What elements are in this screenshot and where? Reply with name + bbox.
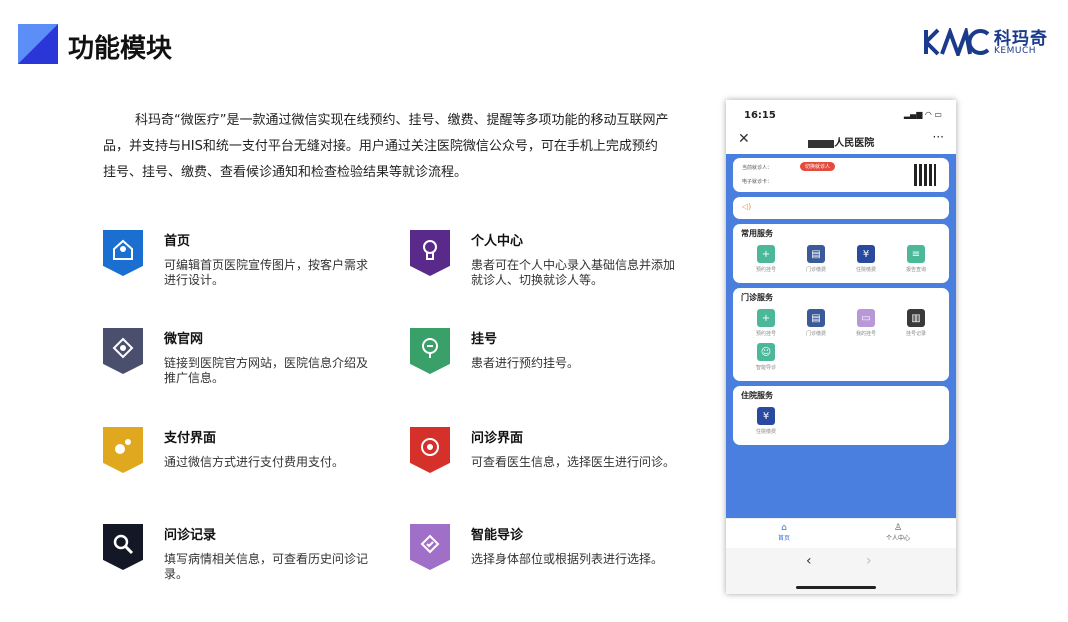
- feature-title: 问诊界面: [471, 431, 524, 446]
- switch-patient-button[interactable]: 切换就诊人: [800, 162, 836, 171]
- phone-mockup: 16:15 ▂▄▆ ◠ ▭ ✕ ■■■■人民医院 ··· 当前就诊人： 切换就诊…: [726, 100, 956, 594]
- company-logo: 科玛奇 KEMUCH: [924, 26, 1048, 60]
- report-icon: ≡: [907, 245, 925, 263]
- feature-title: 智能导诊: [471, 528, 524, 543]
- bill-icon: ▤: [807, 245, 825, 263]
- feature-description: 链接到医院官方网站，医院信息介绍及推广信息。: [164, 356, 369, 385]
- feature-item: 个人中心患者可在个人中心录入基础信息并添加就诊人、切换就诊人等。: [410, 230, 710, 300]
- service-label: 住院缴费: [755, 429, 776, 435]
- feature-description: 填写病情相关信息，可查看历史问诊记录。: [164, 552, 369, 581]
- back-icon[interactable]: ‹: [806, 553, 812, 569]
- website-icon: [103, 328, 143, 374]
- service-item[interactable]: ¥ 住院缴费: [741, 407, 791, 435]
- home-icon: [103, 230, 143, 276]
- yuan-bag-icon: ¥: [857, 245, 875, 263]
- service-item[interactable]: ▤ 门诊缴费: [791, 309, 841, 337]
- service-label: 智能导诊: [755, 365, 776, 371]
- service-item[interactable]: + 预约挂号: [741, 309, 791, 337]
- user-icon: [410, 230, 450, 276]
- feature-item: 微官网链接到医院官方网站，医院信息介绍及推广信息。: [103, 328, 403, 398]
- browser-nav-bar: ‹ ›: [726, 548, 956, 594]
- forward-icon[interactable]: ›: [866, 553, 872, 569]
- feature-description: 可编辑首页医院宣传图片，按客户需求进行设计。: [164, 258, 369, 287]
- service-label: 报告查询: [905, 267, 926, 273]
- home-indicator: [796, 586, 876, 589]
- record-icon: ▥: [907, 309, 925, 327]
- user-tab-icon: ♙: [893, 523, 903, 533]
- feature-title: 微官网: [164, 332, 204, 347]
- clinic-icon: +: [757, 245, 775, 263]
- logo-mark-icon: [924, 28, 990, 56]
- feature-description: 选择身体部位或根据列表进行选择。: [471, 552, 664, 566]
- feature-description: 患者进行预约挂号。: [471, 356, 580, 370]
- feature-title: 挂号: [471, 332, 498, 347]
- more-icon[interactable]: ···: [933, 130, 944, 144]
- my-register-icon: ▭: [857, 309, 875, 327]
- feature-title: 首页: [164, 234, 191, 249]
- service-label: 门诊缴费: [805, 331, 826, 337]
- home-tab-icon: ⌂: [781, 523, 787, 533]
- service-label: 住院缴费: [855, 267, 876, 273]
- status-time: 16:15: [744, 110, 776, 121]
- service-label: 我的挂号: [855, 331, 876, 337]
- service-label: 预约挂号: [755, 331, 776, 337]
- feature-description: 可查看医生信息，选择医生进行问诊。: [471, 455, 676, 469]
- medical-card-label: 电子就诊卡：: [742, 179, 773, 185]
- feature-description: 患者可在个人中心录入基础信息并添加就诊人、切换就诊人等。: [471, 258, 676, 287]
- service-section: 住院服务 ¥ 住院缴费: [733, 386, 949, 445]
- search-icon: [103, 524, 143, 570]
- tab-personal-center[interactable]: ♙ 个人中心: [868, 523, 928, 542]
- logo-english-name: KEMUCH: [994, 46, 1036, 56]
- speaker-icon: ◁): [742, 202, 752, 211]
- section-title: 常用服务: [741, 229, 773, 238]
- register-icon: [410, 328, 450, 374]
- doctor-icon: ☺: [757, 343, 775, 361]
- clinic-icon: +: [757, 309, 775, 327]
- page-title: 功能模块: [68, 34, 173, 64]
- bill-icon: ▤: [807, 309, 825, 327]
- yuan-bag-icon: ¥: [757, 407, 775, 425]
- feature-title: 支付界面: [164, 431, 217, 446]
- feature-item: 问诊记录填写病情相关信息，可查看历史问诊记录。: [103, 524, 403, 594]
- service-item[interactable]: ≡ 报告查询: [891, 245, 941, 273]
- service-item[interactable]: ▤ 门诊缴费: [791, 245, 841, 273]
- feature-title: 问诊记录: [164, 528, 217, 543]
- section-title: 门诊服务: [741, 293, 773, 302]
- service-label: 挂号记录: [905, 331, 926, 337]
- feature-item: 首页可编辑首页医院宣传图片，按客户需求进行设计。: [103, 230, 403, 300]
- service-label: 预约挂号: [755, 267, 776, 273]
- notice-bar[interactable]: ◁): [733, 197, 949, 219]
- feature-item: 问诊界面可查看医生信息，选择医生进行问诊。: [410, 427, 710, 497]
- title-accent-mark: [18, 24, 58, 64]
- service-label: 门诊缴费: [805, 267, 826, 273]
- patient-card: 当前就诊人： 切换就诊人 电子就诊卡：: [733, 158, 949, 192]
- service-item[interactable]: + 预约挂号: [741, 245, 791, 273]
- qr-code-icon[interactable]: [914, 164, 936, 186]
- service-section: 门诊服务 + 预约挂号 ▤ 门诊缴费 ▭ 我的挂号 ▥ 挂号记录 ☺ 智能导诊: [733, 288, 949, 381]
- service-item[interactable]: ☺ 智能导诊: [741, 343, 791, 371]
- feature-description: 通过微信方式进行支付费用支付。: [164, 455, 345, 469]
- tab-home[interactable]: ⌂ 首页: [754, 523, 814, 542]
- payment-icon: [103, 427, 143, 473]
- service-section: 常用服务 + 预约挂号 ▤ 门诊缴费 ¥ 住院缴费 ≡ 报告查询: [733, 224, 949, 283]
- current-patient-label: 当前就诊人：: [742, 165, 773, 171]
- feature-item: 挂号患者进行预约挂号。: [410, 328, 710, 398]
- feature-item: 支付界面通过微信方式进行支付费用支付。: [103, 427, 403, 497]
- signal-battery-icon: ▂▄▆ ◠ ▭: [903, 110, 942, 119]
- section-title: 住院服务: [741, 391, 773, 400]
- intro-paragraph: 科玛奇“微医疗”是一款通过微信实现在线预约、挂号、缴费、提醒等多项功能的移动互联…: [103, 113, 669, 180]
- nav-bar: ✕ ■■■■人民医院 ···: [726, 128, 956, 154]
- mini-app-content: 当前就诊人： 切换就诊人 电子就诊卡： ◁) 常用服务 + 预约挂号 ▤ 门诊缴费 ¥ 住院…: [726, 154, 956, 518]
- guide-icon: [410, 524, 450, 570]
- status-bar: 16:15 ▂▄▆ ◠ ▭: [726, 100, 956, 128]
- service-item[interactable]: ¥ 住院缴费: [841, 245, 891, 273]
- service-item[interactable]: ▭ 我的挂号: [841, 309, 891, 337]
- hospital-name: ■■■■人民医院: [807, 138, 875, 149]
- feature-title: 个人中心: [471, 234, 524, 249]
- service-item[interactable]: ▥ 挂号记录: [891, 309, 941, 337]
- tab-bar: ⌂ 首页 ♙ 个人中心: [726, 518, 956, 548]
- consult-icon: [410, 427, 450, 473]
- feature-item: 智能导诊选择身体部位或根据列表进行选择。: [410, 524, 710, 594]
